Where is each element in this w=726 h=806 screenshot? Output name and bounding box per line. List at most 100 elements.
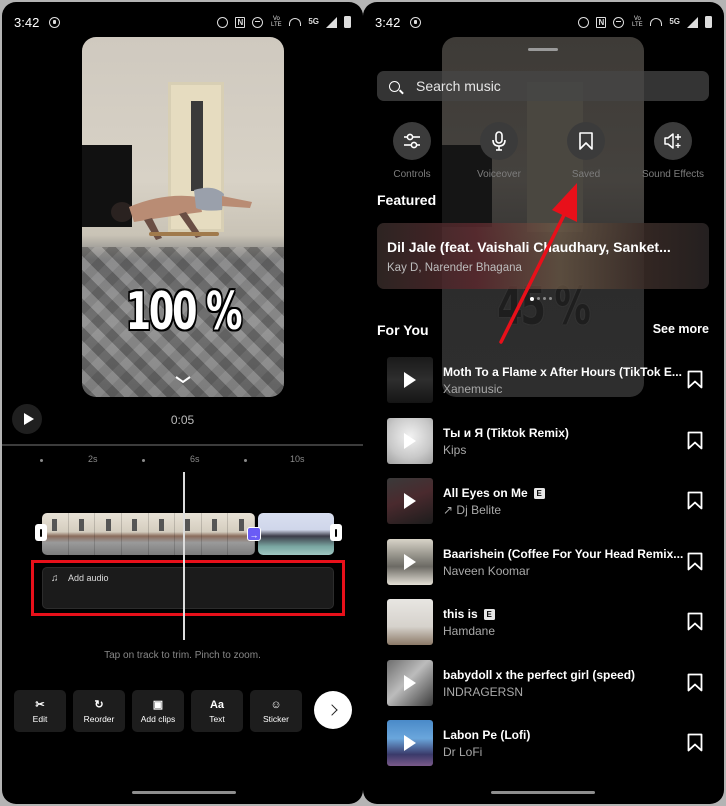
search-music-input[interactable]: [416, 78, 696, 94]
edit-button[interactable]: ✂ Edit: [14, 690, 66, 732]
editor-toolbar: ✂ Edit ↻ Reorder ▣ Add clips Aa Text ☺ S…: [14, 690, 302, 732]
sticker-icon: ☺: [270, 698, 282, 711]
quick-action-label: Sound Effects: [641, 169, 705, 180]
bookmark-icon[interactable]: [687, 370, 703, 389]
controls-button[interactable]: Controls: [377, 122, 447, 180]
sound-effects-button[interactable]: Sound Effects: [638, 122, 708, 180]
chevron-down-icon[interactable]: [174, 375, 192, 385]
music-picker-screen: 3:42 N Vo LTE 5G 45 % Controls Voice: [363, 2, 724, 804]
signal-icon: [326, 16, 337, 28]
track-title: Baarishein (Coffee For Your Head Remix..…: [443, 547, 684, 561]
sticker-button[interactable]: ☺ Sticker: [250, 690, 302, 732]
track-row[interactable]: Moth To a Flame x After Hours (TikTok E.…: [387, 357, 707, 403]
track-row[interactable]: babydoll x the perfect girl (speed) INDR…: [387, 660, 707, 706]
video-preview[interactable]: 100 %: [82, 37, 284, 397]
scissors-icon: ✂: [35, 698, 45, 711]
next-button[interactable]: [314, 691, 352, 729]
timeline-hint: Tap on track to trim. Pinch to zoom.: [104, 650, 261, 661]
pager-dot[interactable]: [537, 297, 540, 300]
nfc-icon: N: [235, 16, 246, 28]
track-artist: ↗ Dj Belite: [443, 503, 502, 517]
bookmark-icon[interactable]: [687, 733, 703, 752]
battery-icon: [705, 16, 712, 28]
track-title: Moth To a Flame x After Hours (TikTok E.…: [443, 365, 682, 379]
track-artwork[interactable]: [387, 720, 433, 766]
track-artwork[interactable]: [387, 660, 433, 706]
annotation-highlight-box: [31, 560, 345, 616]
video-clips-track[interactable]: →: [42, 513, 334, 555]
featured-pager[interactable]: [530, 296, 552, 301]
play-icon: [404, 675, 416, 691]
data-saver-icon: [49, 16, 61, 28]
bookmark-icon[interactable]: [687, 491, 703, 510]
track-row[interactable]: Baarishein (Coffee For Your Head Remix..…: [387, 539, 707, 585]
home-indicator[interactable]: [132, 791, 236, 794]
reel-editor-screen: 3:42 N Vo LTE 5G 100 % 0:05 2s 6s 10s → …: [2, 2, 363, 804]
tool-label: Sticker: [263, 713, 289, 724]
pager-dot[interactable]: [549, 297, 552, 300]
featured-song-card[interactable]: Dil Jale (feat. Vaishali Chaudhary, Sank…: [377, 223, 709, 289]
play-icon: [404, 554, 416, 570]
bookmark-icon[interactable]: [687, 612, 703, 631]
5g-icon: 5G: [308, 17, 319, 26]
track-artwork[interactable]: [387, 357, 433, 403]
bookmark-icon[interactable]: [687, 552, 703, 571]
bookmark-icon: [567, 122, 605, 160]
ruler-tick: [40, 459, 43, 462]
track-row[interactable]: Ты и Я (Tiktok Remix) Kips: [387, 418, 707, 464]
status-bar: 3:42 N Vo LTE 5G: [363, 2, 724, 42]
track-row[interactable]: this is E Hamdane: [387, 599, 707, 645]
nfc-icon: N: [596, 16, 607, 28]
timeline-ruler: 2s 6s 10s: [2, 454, 363, 468]
track-artwork[interactable]: [387, 539, 433, 585]
voiceover-button[interactable]: Voiceover: [464, 122, 534, 180]
search-icon: [389, 80, 400, 92]
volte-icon: Vo LTE: [271, 16, 282, 28]
ruler-label: 10s: [290, 454, 305, 464]
video-clip-2[interactable]: [258, 513, 334, 555]
home-indicator[interactable]: [491, 791, 595, 794]
track-artwork[interactable]: [387, 478, 433, 524]
trending-icon: ↗: [443, 503, 454, 517]
transition-button[interactable]: →: [247, 527, 261, 541]
reorder-button[interactable]: ↻ Reorder: [73, 690, 125, 732]
add-clips-button[interactable]: ▣ Add clips: [132, 690, 184, 732]
signal-icon: [687, 16, 698, 28]
5g-icon: 5G: [669, 17, 680, 26]
bookmark-icon[interactable]: [687, 431, 703, 450]
track-row[interactable]: All Eyes on Me E ↗ Dj Belite: [387, 478, 707, 524]
track-artwork[interactable]: [387, 599, 433, 645]
alarm-icon: [578, 16, 590, 28]
pager-dot-active[interactable]: [530, 296, 534, 301]
sheet-drag-handle[interactable]: [528, 48, 558, 51]
saved-button[interactable]: Saved: [551, 122, 621, 180]
play-icon: [404, 735, 416, 751]
track-artist: Xanemusic: [443, 382, 503, 396]
battery-icon: [344, 16, 351, 28]
sound-effects-icon: [654, 122, 692, 160]
pager-dot[interactable]: [543, 297, 546, 300]
play-icon: [404, 433, 416, 449]
playhead[interactable]: [183, 472, 185, 640]
track-artist: Kips: [443, 443, 467, 457]
play-icon: [404, 372, 416, 388]
for-you-heading: For You: [377, 322, 429, 338]
bookmark-icon[interactable]: [687, 673, 703, 692]
track-row[interactable]: Labon Pe (Lofi) Dr LoFi: [387, 720, 707, 766]
see-more-link[interactable]: See more: [653, 322, 709, 336]
data-saver-icon: [410, 16, 422, 28]
search-music-field[interactable]: [377, 71, 709, 101]
quick-action-label: Saved: [571, 169, 601, 180]
trim-handle-right[interactable]: [330, 524, 342, 541]
video-clip-1[interactable]: [42, 513, 255, 555]
text-icon: Aa: [209, 698, 225, 711]
text-button[interactable]: Aa Text: [191, 690, 243, 732]
clip-frame: [175, 513, 202, 555]
track-artwork[interactable]: [387, 418, 433, 464]
clip-frame: [148, 513, 176, 555]
featured-song-title: Dil Jale (feat. Vaishali Chaudhary, Sank…: [387, 239, 671, 255]
ruler-tick: [142, 459, 145, 462]
trim-handle-left[interactable]: [35, 524, 47, 541]
do-not-disturb-icon: [252, 16, 264, 28]
track-title: Ты и Я (Tiktok Remix): [443, 426, 569, 440]
